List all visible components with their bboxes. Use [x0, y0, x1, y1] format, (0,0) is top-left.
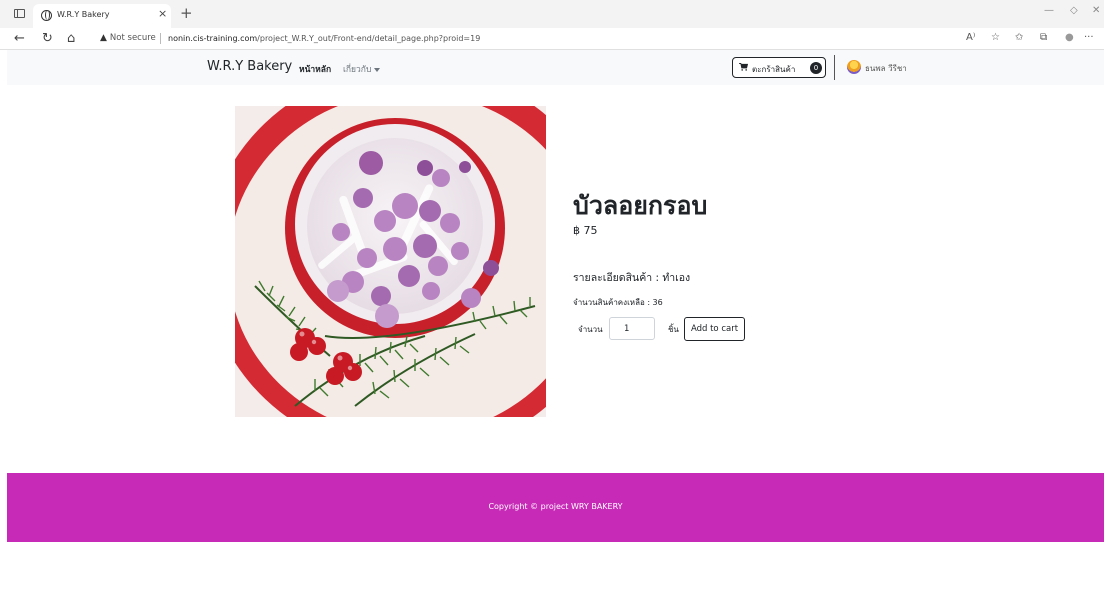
browser-tab[interactable]: W.R.Y Bakery ×	[33, 4, 171, 28]
add-to-cart-button[interactable]: Add to cart	[684, 317, 745, 341]
site-footer: Copyright © project WRY BAKERY	[7, 473, 1104, 542]
product-title: บัวลอยกรอบ	[573, 191, 708, 220]
site-navbar: W.R.Y Bakery หน้าหลัก เกี่ยวกับ ตะกร้าสิ…	[7, 50, 1104, 85]
nav-about-label: เกี่ยวกับ	[343, 65, 372, 75]
cart-button[interactable]: ตะกร้าสินค้า 0	[732, 57, 826, 78]
browser-toolbar: ← ↻ ⌂ ▲ Not secure nonin.cis-training.com…	[0, 28, 1104, 50]
user-name[interactable]: ธนพล วีรีชา	[865, 62, 907, 75]
cart-count-badge: 0	[810, 62, 822, 74]
navbar-divider	[834, 55, 835, 80]
product-price: ฿ 75	[573, 224, 598, 237]
quantity-input[interactable]	[609, 317, 655, 340]
product-stock: จำนวนสินค้าคงเหลือ : 36	[573, 298, 663, 307]
more-icon[interactable]: ···	[1084, 32, 1094, 43]
home-icon[interactable]: ⌂	[67, 31, 75, 47]
warning-icon: ▲	[100, 33, 107, 43]
new-tab-icon[interactable]: +	[180, 4, 193, 22]
cart-icon	[739, 63, 748, 71]
security-label: Not secure	[109, 33, 156, 43]
url-separator	[160, 33, 161, 44]
user-avatar[interactable]	[847, 60, 861, 74]
caret-down-icon	[374, 67, 381, 72]
browser-tab-strip: W.R.Y Bakery × + — ◇ ✕	[0, 0, 1104, 28]
back-icon[interactable]: ←	[14, 31, 25, 47]
favorites-icon[interactable]: ✩	[1015, 32, 1023, 43]
url-host: nonin.cis-training.com	[168, 34, 258, 43]
product-detail: รายละเอียดสินค้า : ทำเอง	[573, 272, 691, 284]
tab-actions-icon[interactable]	[14, 9, 25, 18]
product-image	[235, 106, 546, 417]
product-photo	[235, 106, 546, 417]
nav-about-dropdown[interactable]: เกี่ยวกับ	[343, 62, 381, 76]
toolbar-icons: A⁾ ☆ ✩ ⧉ ● ···	[966, 32, 1096, 46]
url-path: /project_W.R.Y_out/Front-end/detail_page…	[257, 34, 481, 43]
quantity-label: จำนวน	[578, 325, 603, 334]
read-aloud-icon[interactable]: A⁾	[966, 32, 975, 43]
profile-icon[interactable]: ●	[1065, 32, 1074, 43]
collections-icon[interactable]: ⧉	[1040, 32, 1047, 43]
nav-home-link[interactable]: หน้าหลัก	[299, 62, 331, 76]
copyright-text: Copyright © project WRY BAKERY	[488, 502, 623, 511]
tab-close-icon[interactable]: ×	[158, 7, 167, 20]
restore-icon[interactable]: ◇	[1070, 5, 1078, 16]
cart-label: ตะกร้าสินค้า	[752, 65, 796, 74]
favorite-add-icon[interactable]: ☆	[991, 32, 1000, 43]
reload-icon[interactable]: ↻	[42, 31, 53, 47]
unit-label: ชิ้น	[668, 325, 679, 334]
close-window-icon[interactable]: ✕	[1092, 5, 1100, 16]
tab-title: W.R.Y Bakery	[57, 10, 110, 19]
minimize-icon[interactable]: —	[1044, 5, 1054, 16]
brand-link[interactable]: W.R.Y Bakery	[207, 59, 292, 74]
globe-icon	[41, 10, 52, 21]
security-indicator[interactable]: ▲ Not secure	[100, 33, 156, 43]
address-bar[interactable]: nonin.cis-training.com/project_W.R.Y_out…	[168, 34, 480, 43]
